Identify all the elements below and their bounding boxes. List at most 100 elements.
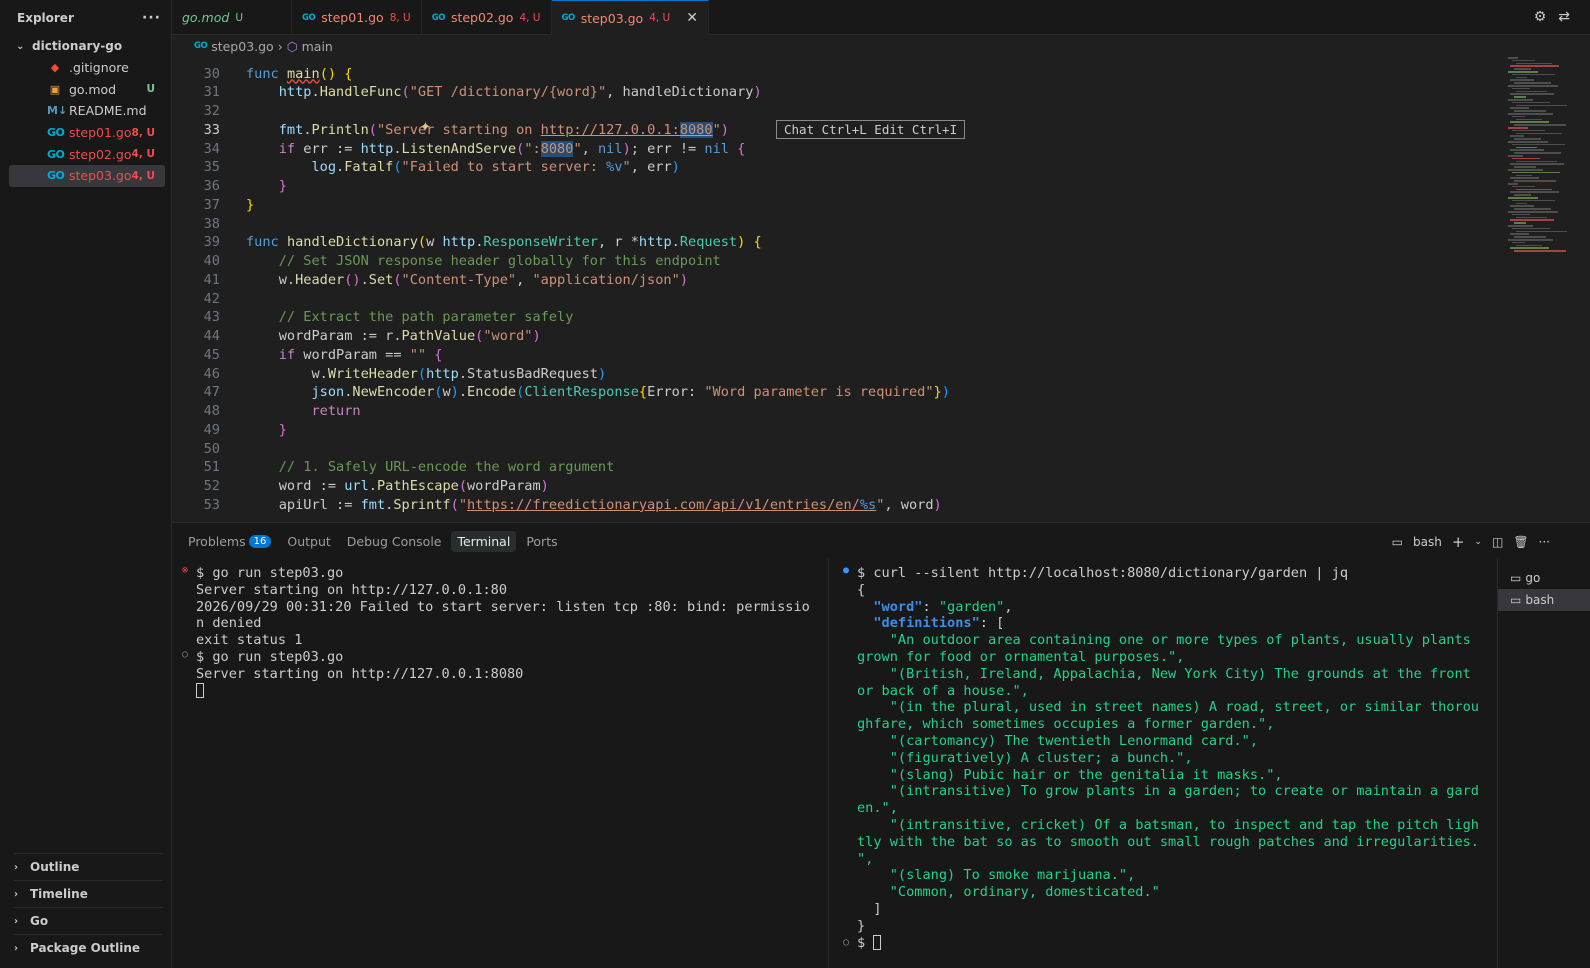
line-number: 48 (203, 403, 220, 419)
tab-badge: 4, U (519, 11, 541, 24)
tab-ports[interactable]: Ports (520, 531, 563, 552)
minimap-line (1512, 115, 1525, 118)
minimap-line (1510, 247, 1549, 249)
minimap-line (1514, 124, 1566, 126)
close-icon[interactable]: ✕ (686, 10, 698, 26)
tab-step03-go[interactable]: GO step03.go 4, U ✕ (551, 0, 709, 35)
section-package-outline[interactable]: › Package Outline (14, 934, 163, 961)
copilot-icon[interactable]: ⚙ (1534, 9, 1547, 25)
code-editor[interactable]: 30 func main() {31 http.HandleFunc("GET /… (172, 57, 1590, 522)
section-go[interactable]: › Go (14, 907, 163, 934)
code-line[interactable]: 51 // 1. Safely URL-encode the word argu… (172, 458, 615, 477)
file-item[interactable]: ▣ go.mod U (9, 79, 165, 101)
terminal-left[interactable]: $ go run step03.go ⊗ Server starting on ht… (182, 565, 810, 699)
command-success-icon[interactable]: ● (843, 565, 849, 576)
code-line[interactable]: 34 if err := http.ListenAndServe(":8080"… (172, 139, 745, 158)
tab-go-mod[interactable]: go.mod U (172, 0, 292, 35)
minimap-line (1512, 227, 1550, 230)
file-item[interactable]: M↓ README.md (9, 100, 165, 122)
line-number: 44 (203, 328, 220, 344)
section-timeline[interactable]: › Timeline (14, 880, 163, 907)
tab-terminal[interactable]: Terminal (451, 530, 517, 552)
command-decoration-icon[interactable]: ○ (843, 935, 849, 952)
minimap-line (1508, 57, 1518, 59)
line-number: 35 (203, 159, 220, 176)
code-line[interactable]: 35 log.Fatalf("Failed to start server: %… (172, 158, 680, 177)
json-definition-line: "(British, Ireland, Appalachia, New York… (857, 666, 1497, 683)
code-line[interactable]: 38 (172, 214, 246, 233)
code-line[interactable]: 47 json.NewEncoder(w).Encode(ClientRespo… (172, 383, 950, 402)
tab-step01-go[interactable]: GO step01.go 8, U (292, 0, 422, 35)
file-item[interactable]: GO step03.go 4, U (9, 164, 165, 187)
split-terminal-icon[interactable]: ◫ (1492, 535, 1503, 549)
code-line[interactable]: 50 (172, 439, 246, 458)
code-line[interactable]: 46 w.WriteHeader(http.StatusBadRequest) (172, 364, 607, 383)
file-status-badge: 4, U (131, 169, 155, 182)
more-actions-icon[interactable]: ··· (142, 10, 161, 26)
terminal-right[interactable]: $ curl --silent http://localhost:8080/di… (843, 565, 1497, 951)
code-line[interactable]: 40 // Set JSON response header globally … (172, 252, 721, 271)
code-line[interactable]: 31 http.HandleFunc("GET /dictionary/{wor… (172, 83, 762, 102)
minimap-line (1514, 250, 1566, 252)
sparkle-icon[interactable]: ✦ (420, 120, 431, 135)
add-terminal-icon[interactable]: + (1452, 533, 1465, 551)
code-line[interactable]: 44 wordParam := r.PathValue("word") (172, 327, 541, 346)
code-text: } (246, 196, 255, 213)
section-outline[interactable]: › Outline (14, 853, 163, 880)
tab-output[interactable]: Output (281, 531, 336, 552)
minimap-line (1516, 76, 1527, 79)
code-line[interactable]: 52 word := url.PathEscape(wordParam) (172, 477, 549, 496)
code-line[interactable]: 30 func main() { (172, 64, 353, 83)
file-item[interactable]: ◆ .gitignore (9, 57, 165, 79)
explorer-sidebar: Explorer ··· ⌄ dictionary-go ◆ .gitignore… (0, 0, 172, 968)
code-line[interactable]: 43 // Extract the path parameter safely (172, 308, 574, 327)
code-line[interactable]: 42 (172, 289, 246, 308)
trash-icon[interactable]: 🗑 (1513, 535, 1528, 549)
code-line[interactable]: 49 } (172, 420, 287, 439)
code-line[interactable]: 36 } (172, 177, 287, 196)
bottom-panel: Problems 16 Output Debug Console Termina… (172, 522, 1590, 968)
file-item[interactable]: GO step02.go 4, U (9, 143, 165, 165)
code-line[interactable]: 53 apiUrl := fmt.Sprintf("https://freedi… (172, 495, 942, 514)
minimap-line (1512, 59, 1535, 62)
chat-edit-hint[interactable]: Chat Ctrl+L Edit Ctrl+I (776, 120, 966, 139)
terminal-list-item-go[interactable]: ▭ go (1498, 567, 1590, 589)
code-text: word := url.PathEscape(wordParam) (246, 478, 549, 494)
minimap-line (1512, 185, 1535, 188)
minimap-line (1516, 188, 1552, 191)
command-decoration-icon[interactable]: ○ (182, 649, 188, 660)
minimap[interactable] (1508, 57, 1578, 257)
minimap-line (1514, 138, 1541, 140)
terminal-divider[interactable] (828, 559, 829, 968)
compare-changes-icon[interactable]: ⇄ (1558, 9, 1570, 25)
go-file-icon: GO (431, 12, 446, 23)
code-line[interactable]: 48 return (172, 402, 361, 421)
breadcrumb-file[interactable]: step03.go (211, 39, 274, 54)
folder-dictionary-go[interactable]: ⌄ dictionary-go (0, 35, 171, 57)
tab-debug-console[interactable]: Debug Console (341, 531, 448, 552)
code-line[interactable]: 39 func handleDictionary(w http.ResponseW… (172, 233, 762, 252)
chevron-down-icon[interactable]: ⌄ (1474, 537, 1482, 547)
error-decoration-icon[interactable]: ⊗ (182, 565, 188, 576)
json-string: en.", (857, 800, 898, 817)
code-line[interactable]: 45 if wordParam == "" { (172, 345, 443, 364)
more-actions-icon[interactable]: ··· (1539, 535, 1550, 549)
breadcrumb-symbol[interactable]: main (302, 39, 333, 54)
code-line[interactable]: 41 w.Header().Set("Content-Type", "appli… (172, 270, 688, 289)
code-line[interactable]: 33 fmt.Println("Server starting on http:… (172, 120, 729, 139)
code-line[interactable]: 37} (172, 195, 255, 214)
go-mod-icon: ▣ (49, 82, 61, 96)
json-string: "(in the plural, used in street names) A… (857, 699, 1479, 716)
tab-problems[interactable]: Problems 16 (182, 531, 277, 552)
tab-badge: U (235, 11, 244, 24)
json-key: "definitions" (873, 615, 980, 632)
code-text: json.NewEncoder(w).Encode(ClientResponse… (311, 384, 950, 401)
shell-name[interactable]: bash (1413, 535, 1442, 549)
tab-step02-go[interactable]: GO step02.go 4, U (422, 0, 552, 35)
file-item[interactable]: GO step01.go 8, U (9, 122, 165, 144)
terminal-list-item-bash[interactable]: ▭ bash (1498, 589, 1590, 611)
line-number: 45 (203, 346, 220, 363)
minimap-line (1516, 118, 1542, 121)
code-line[interactable]: 32 (172, 102, 246, 121)
terminal-list-label: bash (1525, 593, 1555, 607)
